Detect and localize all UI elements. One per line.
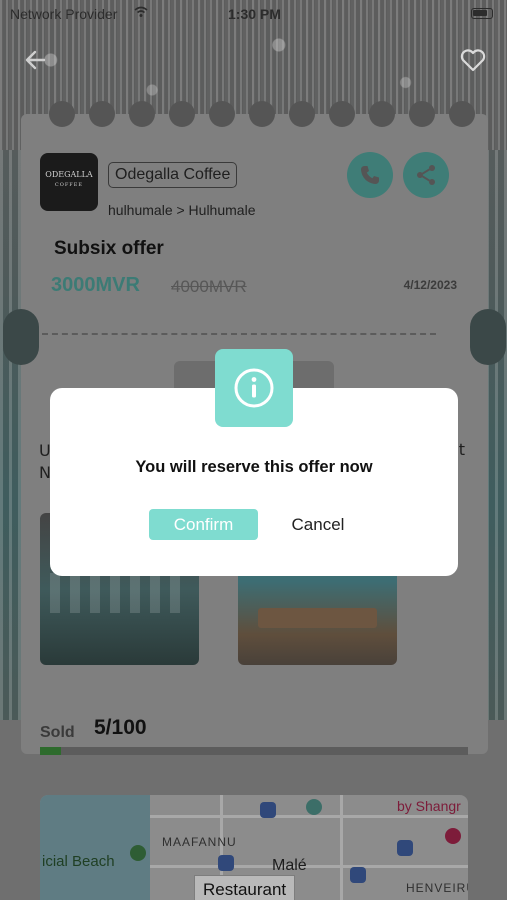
dialog-badge (215, 349, 293, 427)
confirm-dialog: You will reserve this offer now Confirm … (50, 349, 458, 576)
confirm-button[interactable]: Confirm (149, 509, 258, 540)
dialog-message: You will reserve this offer now (135, 458, 373, 476)
info-icon (234, 368, 274, 408)
cancel-button[interactable]: Cancel (280, 509, 356, 540)
